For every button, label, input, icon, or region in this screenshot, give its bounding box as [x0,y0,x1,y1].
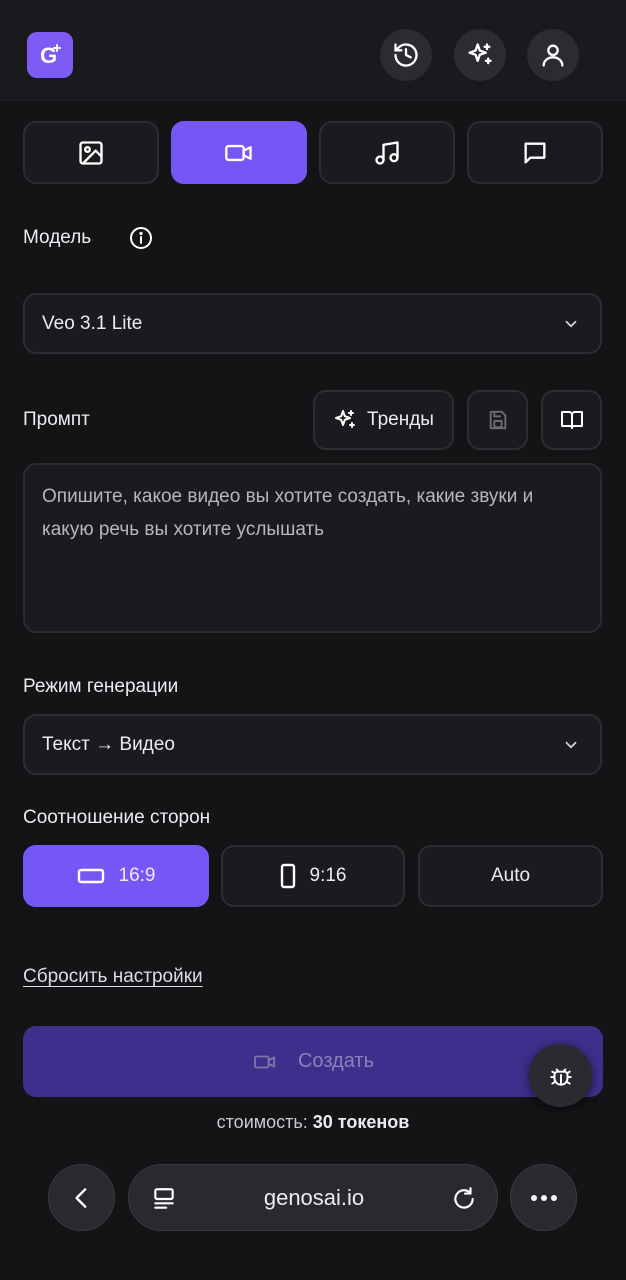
browser-more-button[interactable] [510,1164,577,1231]
prompt-textarea[interactable]: Опишите, какое видео вы хотите создать, … [23,463,602,633]
sparkles-icon [468,43,492,65]
model-select[interactable]: Veo 3.1 Lite [23,293,602,354]
cost-amount: 30 токенов [312,1112,410,1132]
browser-url: genosai.io [263,1185,365,1210]
prompt-library-button[interactable] [541,390,602,450]
chevron-down-icon [565,741,577,749]
generation-mode-label: Режим генерации [23,676,179,697]
bug-icon [549,1068,572,1086]
ratio-option-label: Auto [490,865,531,886]
ratio-option-9-16[interactable]: 9:16 [221,845,405,907]
browser-url-bar[interactable]: genosai.io [128,1164,498,1231]
user-icon [542,44,564,67]
sparkles-icon [335,410,356,428]
tab-audio[interactable] [319,121,455,184]
reset-settings-link[interactable]: Сбросить настройки [23,966,203,988]
reload-icon[interactable] [451,1186,477,1212]
video-icon [253,1055,276,1068]
portrait-icon [280,863,295,889]
save-prompt-button[interactable] [467,390,528,450]
more-icon [530,1194,557,1201]
landscape-icon [77,868,104,884]
music-icon [375,140,399,165]
chat-icon [524,142,546,163]
profile-button[interactable] [527,29,579,81]
browser-back-button[interactable] [48,1164,115,1231]
tab-chat[interactable] [467,121,603,184]
cost-info: стоимость: 30 токенов [0,1112,626,1133]
video-icon [225,144,252,161]
app-logo[interactable]: G [27,32,73,78]
top-bar: G [0,0,626,101]
media-type-tabs [23,121,603,184]
logo-icon: G [40,43,61,68]
create-label: Создать [297,1050,374,1072]
tab-image[interactable] [23,121,159,184]
generation-mode-value: Текст → Видео [42,733,175,755]
bug-report-button[interactable] [529,1044,592,1107]
chevron-down-icon [565,320,577,328]
ratio-option-auto[interactable]: Auto [418,845,603,907]
trends-label: Тренды [367,409,434,430]
svg-text:G: G [40,43,57,68]
info-icon[interactable] [129,226,153,250]
generation-mode-select[interactable]: Текст → Видео [23,714,602,775]
create-button[interactable]: Создать [23,1026,603,1097]
save-icon [489,410,506,430]
model-label: Модель [23,227,92,248]
model-select-value: Veo 3.1 Lite [42,312,143,334]
ai-features-button[interactable] [454,29,506,81]
cost-prefix: стоимость: [216,1112,308,1132]
ratio-option-16-9[interactable]: 16:9 [23,845,209,907]
tab-video[interactable] [171,121,307,184]
prompt-label: Промпт [23,409,90,430]
history-button[interactable] [380,29,432,81]
chevron-left-icon [74,1187,86,1208]
trends-button[interactable]: Тренды [313,390,454,450]
history-icon [394,43,418,67]
ratio-option-label: 16:9 [118,865,156,886]
book-open-icon [560,411,583,429]
ratio-option-label: 9:16 [309,865,347,886]
aspect-ratio-label: Соотношение сторон [23,807,211,828]
image-icon [79,140,103,165]
